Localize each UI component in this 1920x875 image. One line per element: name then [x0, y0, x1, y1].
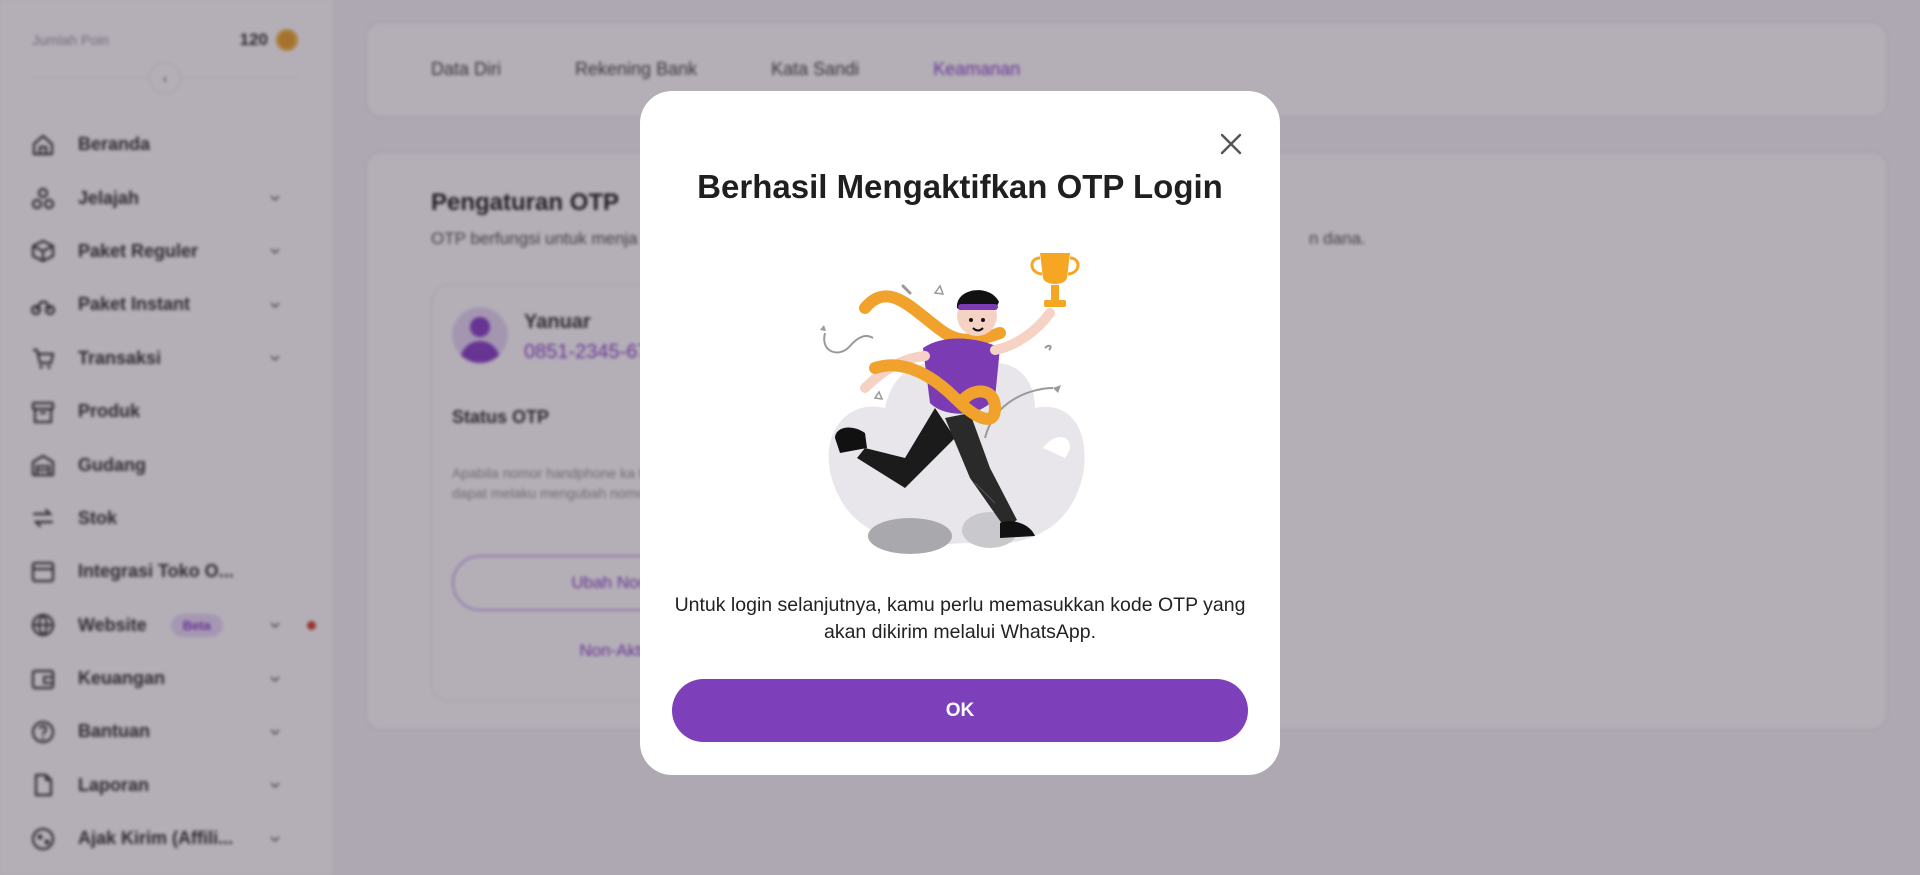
modal-title: Berhasil Mengaktifkan OTP Login	[697, 168, 1223, 205]
close-icon	[1220, 133, 1242, 155]
success-runner-illustration	[820, 253, 1085, 554]
modal-message: Untuk login selanjutnya, kamu perlu mema…	[674, 594, 1246, 643]
close-modal-button[interactable]	[1211, 124, 1251, 164]
ok-button[interactable]: OK	[672, 679, 1248, 742]
